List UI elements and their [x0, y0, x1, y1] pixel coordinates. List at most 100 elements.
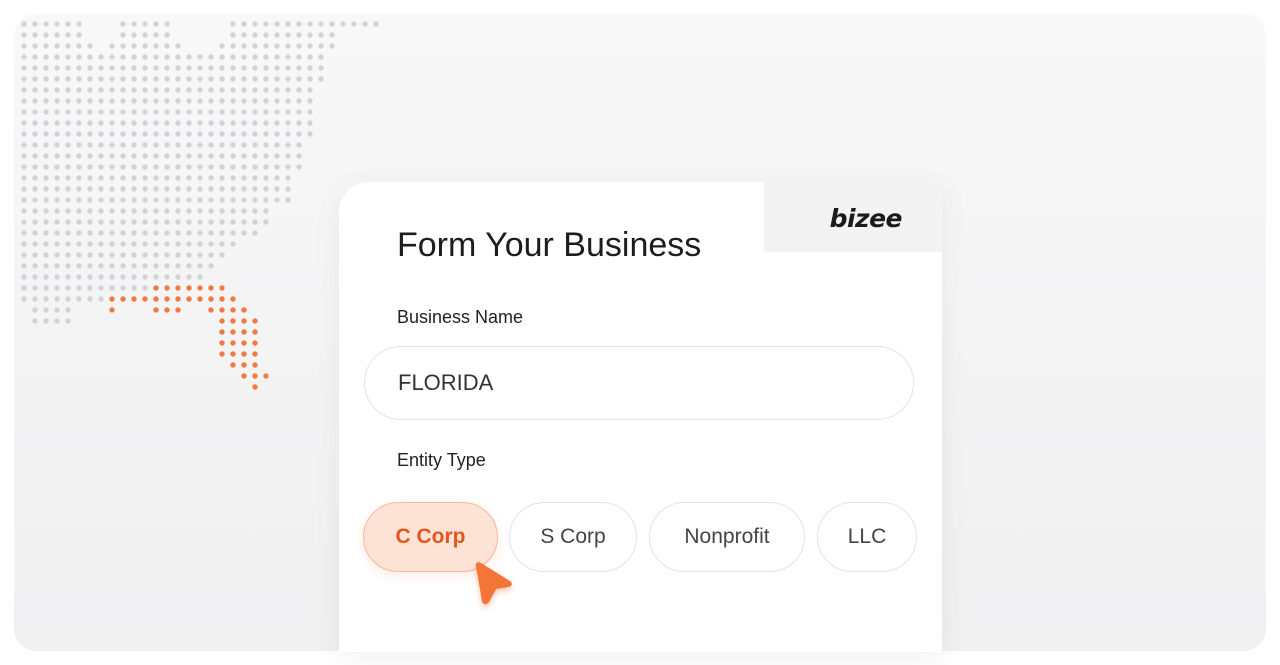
map-dot [131, 219, 137, 225]
map-dot [230, 230, 236, 236]
map-dot [21, 43, 27, 49]
map-dot [153, 65, 159, 71]
map-dot [153, 153, 159, 159]
map-dot [219, 285, 225, 291]
map-dot [109, 285, 115, 291]
map-dot [131, 54, 137, 60]
map-dot [230, 241, 236, 247]
map-dot [164, 43, 170, 49]
map-dot [186, 186, 192, 192]
map-dot [208, 76, 214, 82]
map-dot [208, 120, 214, 126]
map-dot [263, 109, 269, 115]
map-dot [252, 109, 258, 115]
map-dot [164, 241, 170, 247]
map-dot [65, 285, 71, 291]
map-dot [274, 21, 280, 27]
map-dot [43, 219, 49, 225]
map-dot [142, 186, 148, 192]
map-dot [54, 241, 60, 247]
map-dot [296, 131, 302, 137]
map-dot [32, 241, 38, 247]
map-dot [186, 109, 192, 115]
map-dot [219, 186, 225, 192]
entity-option-s-corp[interactable]: S Corp [509, 502, 637, 572]
business-name-value: FLORIDA [398, 370, 494, 395]
map-dot [263, 21, 269, 27]
map-dot [318, 65, 324, 71]
map-dot [175, 153, 181, 159]
map-dot [43, 32, 49, 38]
map-dot [230, 87, 236, 93]
map-dot [131, 263, 137, 269]
map-dot [131, 98, 137, 104]
map-dot [54, 274, 60, 280]
map-dot [230, 186, 236, 192]
entity-option-nonprofit[interactable]: Nonprofit [649, 502, 805, 572]
map-dot [131, 76, 137, 82]
map-dot [54, 296, 60, 302]
map-dot [175, 285, 181, 291]
map-dot [65, 131, 71, 137]
map-dot [307, 65, 313, 71]
business-name-input[interactable]: FLORIDA [364, 346, 914, 420]
map-dot [219, 175, 225, 181]
map-dot [186, 98, 192, 104]
map-dot [54, 208, 60, 214]
map-dot [43, 186, 49, 192]
map-dot [87, 120, 93, 126]
map-dot [153, 197, 159, 203]
map-dot [87, 54, 93, 60]
map-dot [76, 131, 82, 137]
map-dot [186, 241, 192, 247]
map-dot [241, 98, 247, 104]
map-dot [307, 21, 313, 27]
map-dot [21, 109, 27, 115]
map-dot [252, 340, 258, 346]
map-dot [142, 109, 148, 115]
map-dot [186, 274, 192, 280]
map-dot [120, 197, 126, 203]
map-dot [76, 230, 82, 236]
map-dot [98, 65, 104, 71]
map-dot [76, 274, 82, 280]
map-dot [241, 186, 247, 192]
map-dot [120, 21, 126, 27]
map-dot [65, 43, 71, 49]
map-dot [208, 65, 214, 71]
map-dot [241, 120, 247, 126]
map-dot [219, 208, 225, 214]
map-dot [208, 131, 214, 137]
map-dot [76, 120, 82, 126]
map-dot [32, 296, 38, 302]
map-dot [186, 153, 192, 159]
map-dot [186, 54, 192, 60]
map-dot [186, 197, 192, 203]
map-dot [252, 21, 258, 27]
map-dot [87, 252, 93, 258]
map-dot [175, 252, 181, 258]
map-dot [329, 32, 335, 38]
map-dot [252, 329, 258, 335]
map-dot [252, 142, 258, 148]
map-dot [142, 153, 148, 159]
map-dot [43, 21, 49, 27]
map-dot [65, 197, 71, 203]
map-dot [98, 274, 104, 280]
map-dot [186, 219, 192, 225]
map-dot [142, 285, 148, 291]
map-dot [153, 219, 159, 225]
entity-option-llc[interactable]: LLC [817, 502, 917, 572]
map-dot [43, 197, 49, 203]
map-dot [208, 296, 214, 302]
map-dot [120, 131, 126, 137]
map-dot [43, 131, 49, 137]
map-dot [241, 131, 247, 137]
map-dot [296, 65, 302, 71]
map-dot [142, 87, 148, 93]
map-dot [241, 219, 247, 225]
map-dot [362, 21, 368, 27]
map-dot [43, 208, 49, 214]
map-dot [54, 76, 60, 82]
map-dot [142, 65, 148, 71]
